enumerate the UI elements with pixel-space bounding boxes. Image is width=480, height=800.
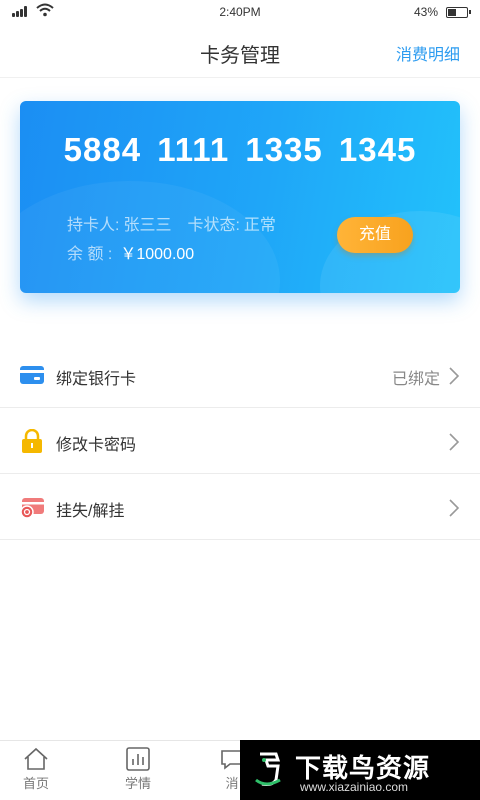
bird-logo-icon [255, 752, 281, 786]
report-loss-icon [20, 498, 44, 519]
chart-icon [126, 747, 150, 771]
balance-label: 余 额 : [67, 246, 113, 263]
recharge-button[interactable]: 充值 [337, 217, 413, 253]
battery-percent: 43% [413, 5, 438, 19]
watermark-url: www.xiazainiao.com [300, 780, 409, 794]
holder-label: 持卡人: [67, 217, 120, 234]
balance-line: 余 额 : ￥1000.00 [67, 240, 194, 264]
card-service-list: 绑定银行卡 已绑定 修改卡密码 挂失/解挂 [0, 342, 480, 540]
menu-label: 修改卡密码 [56, 437, 137, 454]
tab-label: 首页 [22, 776, 49, 791]
nav-header: 卡务管理 消费明细 [0, 24, 480, 78]
consumption-detail-link[interactable]: 消费明细 [396, 41, 460, 65]
chevron-right-icon [449, 499, 460, 517]
status-bar: 2:40PM 43% [0, 0, 480, 24]
status-time: 2:40PM [219, 5, 261, 19]
menu-label: 绑定银行卡 [56, 371, 137, 388]
card-number: 5884 1111 1335 1345 [63, 131, 417, 168]
card-decoration [20, 181, 280, 293]
card-status-label: 卡状态: [187, 217, 240, 234]
menu-item-change-password[interactable]: 修改卡密码 [0, 408, 480, 474]
holder-name: 张三三 [123, 217, 172, 234]
chevron-right-icon [449, 367, 460, 385]
menu-item-report-loss[interactable]: 挂失/解挂 [0, 474, 480, 540]
bind-status: 已绑定 [391, 371, 440, 388]
campus-card: 5884 1111 1335 1345 持卡人: 张三三 卡状态: 正常 余 额 : ￥… [20, 101, 460, 293]
home-icon [24, 747, 48, 770]
menu-item-bind-bank-card[interactable]: 绑定银行卡 已绑定 [0, 342, 480, 408]
card-status-value: 正常 [243, 217, 276, 234]
tab-label: 学情 [124, 776, 151, 791]
lock-icon [22, 429, 42, 453]
menu-label: 挂失/解挂 [56, 503, 125, 520]
tab-study[interactable]: 学情 [108, 747, 168, 792]
balance-value: ￥1000.00 [120, 246, 195, 263]
bank-card-icon [20, 366, 44, 384]
watermark-banner: 下载鸟资源 www.xiazainiao.com [240, 740, 480, 800]
card-info-line: 持卡人: 张三三 卡状态: 正常 [67, 211, 290, 235]
battery-icon [446, 7, 471, 18]
chevron-right-icon [449, 433, 460, 451]
tab-home[interactable]: 首页 [6, 747, 66, 792]
